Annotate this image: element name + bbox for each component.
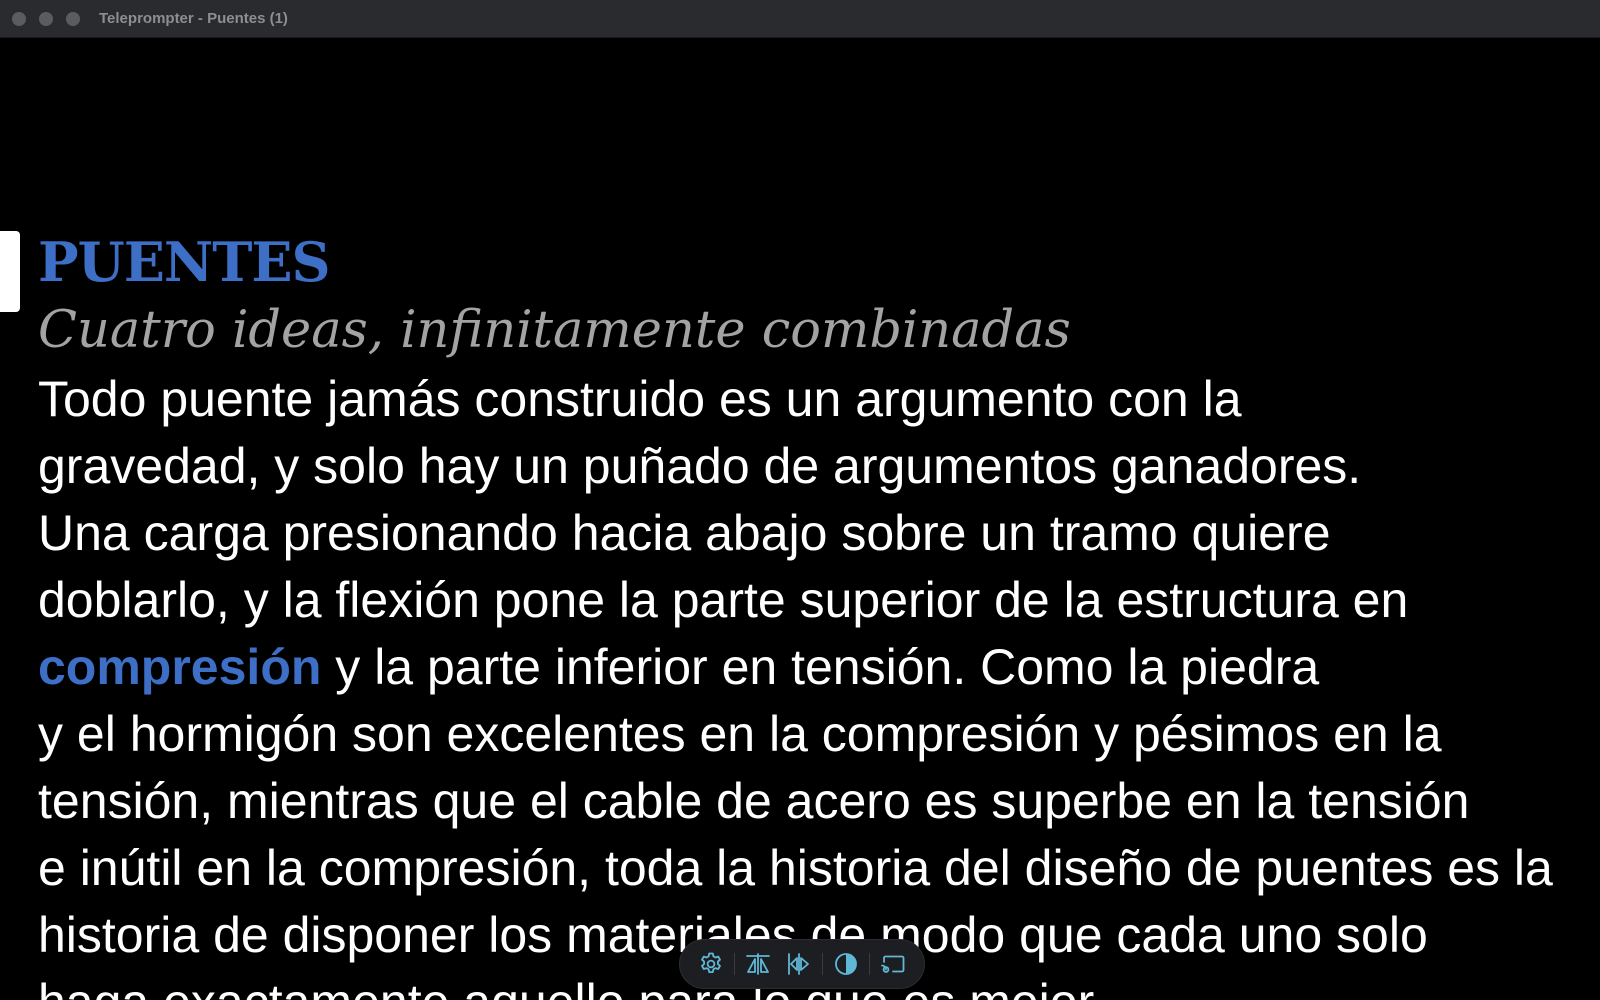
script-title: PUENTES [38, 230, 331, 294]
cast-display-button[interactable] [875, 946, 911, 982]
contrast-icon [835, 953, 858, 975]
script-line-rest: y la parte inferior en tensión. Como la … [321, 639, 1320, 695]
script-line: tensión, mientras que el cable de acero … [38, 773, 1470, 829]
cast-display-icon [881, 955, 905, 973]
reading-cue-marker [0, 231, 20, 312]
minimize-window-button[interactable] [39, 12, 53, 26]
toolbar-divider [733, 953, 735, 975]
mirror-vertical-icon [788, 953, 809, 975]
script-body: Todo puente jamás construido es un argum… [38, 366, 1578, 1000]
script-line: e inútil en la compresión, toda la histo… [38, 840, 1553, 896]
script-line: Todo puente jamás construido es un argum… [38, 371, 1242, 427]
prompter-area[interactable]: PUENTES Cuatro ideas, infinitamente comb… [0, 38, 1600, 1000]
contrast-button[interactable] [828, 946, 864, 982]
script-line: y el hormigón son excelentes en la compr… [38, 706, 1442, 762]
script-line: Una carga presionando hacia abajo sobre … [38, 505, 1331, 561]
toolbar-divider [869, 953, 871, 975]
highlighted-term: compresión [38, 639, 322, 695]
zoom-window-button[interactable] [66, 12, 80, 26]
script-line: doblarlo, y la flexión pone la parte sup… [38, 572, 1409, 628]
title-bar[interactable]: Teleprompter - Puentes (1) [0, 0, 1600, 38]
floating-toolbar [680, 940, 924, 988]
gear-icon [700, 952, 721, 973]
teleprompter-window: Teleprompter - Puentes (1) PUENTES Cuatr… [0, 0, 1600, 1000]
window-title: Teleprompter - Puentes (1) [99, 10, 288, 27]
toolbar-divider [822, 953, 824, 975]
close-window-button[interactable] [12, 12, 26, 26]
script-subtitle: Cuatro ideas, infinitamente combinadas [38, 301, 1071, 360]
settings-button[interactable] [693, 946, 729, 982]
mirror-vertical-button[interactable] [781, 946, 817, 982]
script-line: gravedad, y solo hay un puñado de argume… [38, 438, 1362, 494]
script-text: PUENTES Cuatro ideas, infinitamente comb… [38, 228, 1578, 1000]
script-line: compresión y la parte inferior en tensió… [38, 634, 1578, 701]
mirror-horizontal-button[interactable] [740, 946, 776, 982]
mirror-horizontal-icon [745, 953, 770, 975]
